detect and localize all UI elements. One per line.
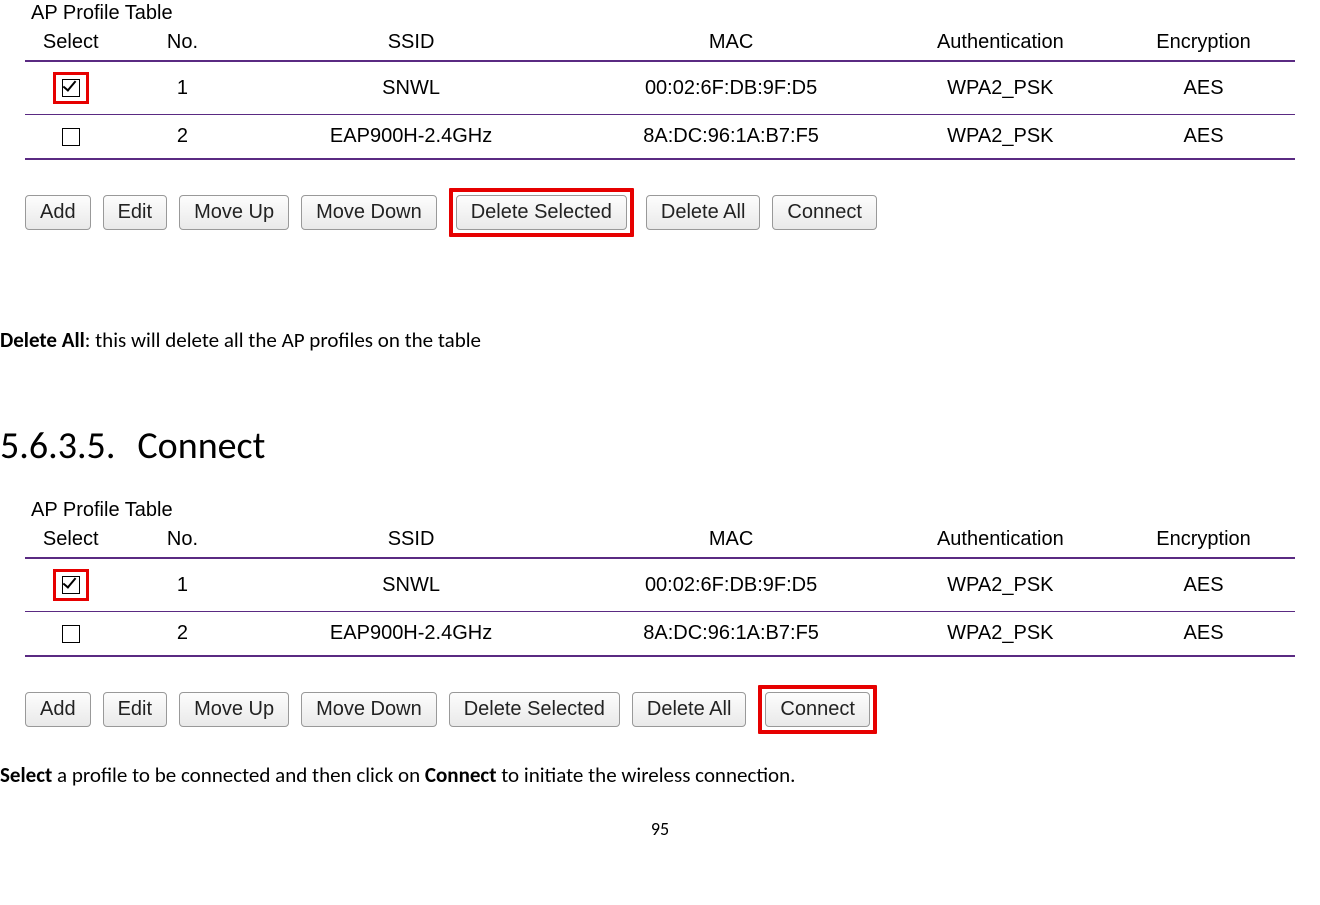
cell-enc: AES: [1112, 115, 1295, 160]
row-select-checkbox[interactable]: [62, 625, 80, 643]
table-row: 2 EAP900H-2.4GHz 8A:DC:96:1A:B7:F5 WPA2_…: [25, 115, 1295, 160]
cell-no: 1: [116, 61, 248, 115]
th-enc: Encryption: [1112, 27, 1295, 61]
connect-button[interactable]: Connect: [765, 692, 870, 727]
add-button[interactable]: Add: [25, 195, 91, 230]
row-select-checkbox[interactable]: [62, 128, 80, 146]
edit-button[interactable]: Edit: [103, 692, 167, 727]
button-row: Add Edit Move Up Move Down Delete Select…: [25, 685, 1295, 734]
text: : this will delete all the AP profiles o…: [85, 327, 481, 353]
connect-button[interactable]: Connect: [772, 195, 877, 230]
highlight-box: Connect: [758, 685, 877, 734]
section-number: 5.6.3.5.: [0, 423, 115, 469]
text: a profile to be connected and then click…: [52, 762, 425, 788]
cell-enc: AES: [1112, 61, 1295, 115]
bold-text: Select: [0, 762, 52, 788]
cell-mac: 8A:DC:96:1A:B7:F5: [574, 612, 889, 657]
cell-mac: 00:02:6F:DB:9F:D5: [574, 558, 889, 612]
page-number: 95: [0, 818, 1320, 840]
delete-selected-button[interactable]: Delete Selected: [456, 195, 627, 230]
paragraph-delete-all: Delete All: this will delete all the AP …: [0, 327, 1320, 353]
highlight-box: [53, 72, 89, 104]
th-select: Select: [25, 524, 116, 558]
th-mac: MAC: [574, 27, 889, 61]
cell-enc: AES: [1112, 558, 1295, 612]
table-title: AP Profile Table: [31, 2, 1295, 25]
bold-text: Delete All: [0, 327, 85, 353]
edit-button[interactable]: Edit: [103, 195, 167, 230]
th-enc: Encryption: [1112, 524, 1295, 558]
cell-no: 1: [116, 558, 248, 612]
th-no: No.: [116, 524, 248, 558]
delete-all-button[interactable]: Delete All: [632, 692, 747, 727]
cell-ssid: EAP900H-2.4GHz: [249, 115, 574, 160]
cell-ssid: SNWL: [249, 558, 574, 612]
move-up-button[interactable]: Move Up: [179, 692, 289, 727]
row-select-checkbox[interactable]: [62, 79, 80, 97]
move-down-button[interactable]: Move Down: [301, 195, 437, 230]
th-ssid: SSID: [249, 27, 574, 61]
cell-mac: 8A:DC:96:1A:B7:F5: [574, 115, 889, 160]
th-ssid: SSID: [249, 524, 574, 558]
move-up-button[interactable]: Move Up: [179, 195, 289, 230]
cell-ssid: SNWL: [249, 61, 574, 115]
th-select: Select: [25, 27, 116, 61]
th-auth: Authentication: [889, 524, 1113, 558]
table-row: 1 SNWL 00:02:6F:DB:9F:D5 WPA2_PSK AES: [25, 558, 1295, 612]
th-no: No.: [116, 27, 248, 61]
text: to initiate the wireless connection.: [496, 762, 795, 788]
ap-profile-table: Select No. SSID MAC Authentication Encry…: [25, 524, 1295, 657]
ap-profile-screenshot-2: AP Profile Table Select No. SSID MAC Aut…: [0, 499, 1320, 734]
table-row: 1 SNWL 00:02:6F:DB:9F:D5 WPA2_PSK AES: [25, 61, 1295, 115]
section-heading: 5.6.3.5. Connect: [0, 423, 1320, 469]
ap-profile-table: Select No. SSID MAC Authentication Encry…: [25, 27, 1295, 160]
delete-all-button[interactable]: Delete All: [646, 195, 761, 230]
cell-no: 2: [116, 115, 248, 160]
highlight-box: Delete Selected: [449, 188, 634, 237]
th-mac: MAC: [574, 524, 889, 558]
cell-no: 2: [116, 612, 248, 657]
table-title: AP Profile Table: [31, 499, 1295, 522]
delete-selected-button[interactable]: Delete Selected: [449, 692, 620, 727]
add-button[interactable]: Add: [25, 692, 91, 727]
cell-ssid: EAP900H-2.4GHz: [249, 612, 574, 657]
cell-auth: WPA2_PSK: [889, 115, 1113, 160]
bold-text: Connect: [425, 762, 497, 788]
section-title: Connect: [137, 423, 265, 469]
cell-mac: 00:02:6F:DB:9F:D5: [574, 61, 889, 115]
highlight-box: [53, 569, 89, 601]
th-auth: Authentication: [889, 27, 1113, 61]
ap-profile-screenshot-1: AP Profile Table Select No. SSID MAC Aut…: [0, 2, 1320, 237]
cell-auth: WPA2_PSK: [889, 558, 1113, 612]
cell-auth: WPA2_PSK: [889, 61, 1113, 115]
cell-enc: AES: [1112, 612, 1295, 657]
button-row: Add Edit Move Up Move Down Delete Select…: [25, 188, 1295, 237]
move-down-button[interactable]: Move Down: [301, 692, 437, 727]
paragraph-connect: Select a profile to be connected and the…: [0, 762, 1320, 788]
row-select-checkbox[interactable]: [62, 576, 80, 594]
cell-auth: WPA2_PSK: [889, 612, 1113, 657]
table-row: 2 EAP900H-2.4GHz 8A:DC:96:1A:B7:F5 WPA2_…: [25, 612, 1295, 657]
